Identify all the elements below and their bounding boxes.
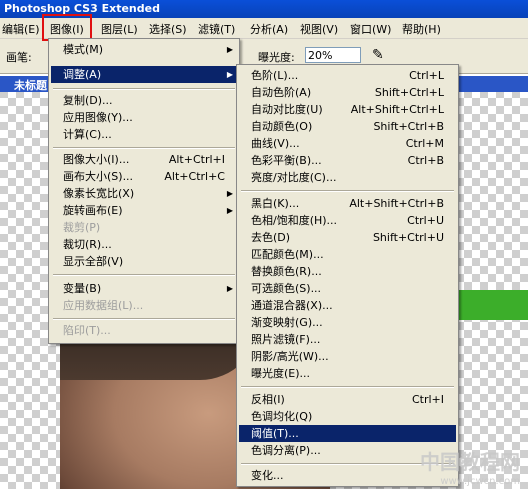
watermark-url: www.jcwcn.com [440,476,520,487]
exposure-label: 曝光度: [258,51,295,64]
brush-label: 画笔: [6,51,32,64]
watermark-text: 中国教程网 [420,450,520,474]
adjust-item[interactable]: 色相/饱和度(H)... Ctrl+U [239,212,456,229]
airbrush-icon[interactable]: ✎ [372,47,384,63]
image-menu-item[interactable]: 计算(C)... [51,126,237,143]
image-menu-item[interactable]: 复制(D)... [51,92,237,109]
adjust-item[interactable]: 照片滤镜(F)... [239,331,456,348]
menu-edit[interactable]: 编辑(E) [2,21,40,37]
menu-window[interactable]: 窗口(W) [350,21,391,37]
image-menu-item[interactable]: 图像大小(I)... Alt+Ctrl+I [51,151,237,168]
adjust-item[interactable]: 黑白(K)... Alt+Shift+Ctrl+B [239,195,456,212]
adjust-item[interactable]: 自动颜色(O) Shift+Ctrl+B [239,118,456,135]
image-menu-item[interactable]: 模式(M) ▶ [51,41,237,58]
adjust-submenu: 色阶(L)... Ctrl+L 自动色阶(A) Shift+Ctrl+L 自动对比度… [236,64,459,487]
adjust-item[interactable]: 曲线(V)... Ctrl+M [239,135,456,152]
menu-layer[interactable]: 图层(L) [101,21,138,37]
image-menu-item: 裁剪(P) [63,221,101,234]
adjust-item[interactable]: 阴影/高光(W)... [239,348,456,365]
image-menu-item[interactable]: 裁切(R)... [51,236,237,253]
adjust-item[interactable]: 色阶(L)... Ctrl+L [239,67,456,84]
image-menu-item[interactable]: 变量(B) ▶ [51,280,237,297]
image-menu-item[interactable]: 旋转画布(E) ▶ [51,202,237,219]
image-menu-item: 陷印(T)... [63,324,111,337]
image-menu-item: 应用数据组(L)... [63,299,144,312]
menu-help[interactable]: 帮助(H) [402,21,441,37]
adjust-item[interactable]: 替换颜色(R)... [239,263,456,280]
annotation-highlight-box [42,14,92,41]
document-title: 未标题 [14,79,47,92]
adjust-item[interactable]: 去色(D) Shift+Ctrl+U [239,229,456,246]
adjust-item[interactable]: 色调均化(Q) [239,408,456,425]
image-menu-item[interactable]: 像素长宽比(X) ▶ [51,185,237,202]
menu-view[interactable]: 视图(V) [300,21,338,37]
adjust-item[interactable]: 匹配颜色(M)... [239,246,456,263]
adjust-item[interactable]: 可选颜色(S)... [239,280,456,297]
image-menu-item[interactable]: 应用图像(Y)... [51,109,237,126]
adjust-item[interactable]: 渐变映射(G)... [239,314,456,331]
green-background [455,290,528,320]
adjust-item[interactable]: 自动对比度(U) Alt+Shift+Ctrl+L [239,101,456,118]
adjust-item[interactable]: 亮度/对比度(C)... [239,169,456,186]
image-menu-item[interactable]: 显示全部(V) [51,253,237,270]
adjust-item[interactable]: 通道混合器(X)... [239,297,456,314]
adjust-item[interactable]: 反相(I) Ctrl+I [239,391,456,408]
menu-filter[interactable]: 滤镜(T) [198,21,235,37]
adjust-item-threshold[interactable]: 阈值(T)... [239,425,456,442]
adjust-item[interactable]: 曝光度(E)... [239,365,456,382]
exposure-input[interactable]: 20% [305,47,361,63]
adjust-item[interactable]: 色彩平衡(B)... Ctrl+B [239,152,456,169]
adjust-item[interactable]: 自动色阶(A) Shift+Ctrl+L [239,84,456,101]
menu-select[interactable]: 选择(S) [149,21,187,37]
menu-analysis[interactable]: 分析(A) [250,21,288,37]
image-menu-item-adjust[interactable]: 调整(A) ▶ [51,66,237,83]
image-menu-item[interactable]: 画布大小(S)... Alt+Ctrl+C [51,168,237,185]
image-menu: 模式(M) ▶ 调整(A) ▶ 复制(D)... 应用图像(Y)... 计算(C).… [48,38,240,344]
